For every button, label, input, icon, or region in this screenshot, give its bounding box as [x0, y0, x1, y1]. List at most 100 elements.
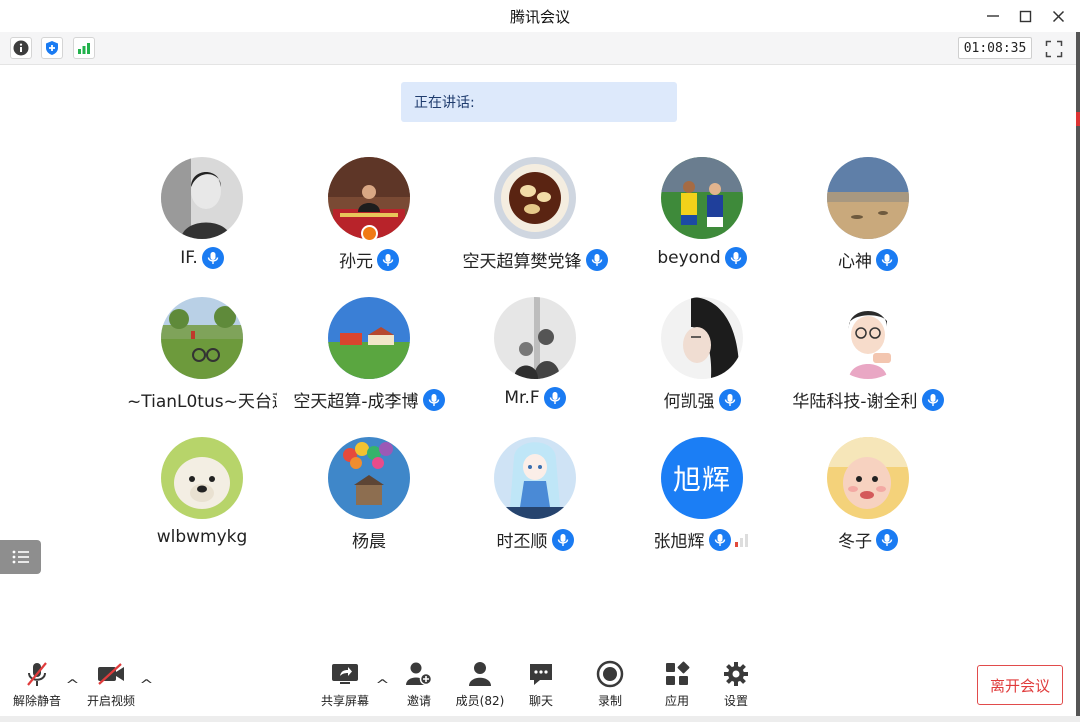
settings-button[interactable]: 设置	[717, 660, 755, 710]
participant-tile[interactable]: 时丕顺	[450, 437, 620, 557]
participant-tile[interactable]: 旭辉 张旭辉	[617, 437, 787, 557]
avatar	[661, 157, 743, 239]
participant-name: 何凯强	[663, 392, 715, 412]
fullscreen-button[interactable]	[1043, 38, 1065, 60]
mic-icon	[377, 248, 399, 271]
minimize-icon	[987, 15, 999, 17]
gear-icon	[724, 662, 748, 686]
start-video-button[interactable]: 开启视频	[84, 660, 138, 710]
start-video-label: 开启视频	[86, 694, 135, 708]
avatar	[494, 297, 576, 379]
side-panel-toggle[interactable]	[0, 540, 41, 574]
shield-icon	[46, 41, 58, 55]
participant-name: IF.	[180, 248, 198, 268]
participant-name: ~TianL0tus~天台莲...	[127, 392, 277, 412]
participant-name: 空天超算-成李博	[293, 392, 419, 412]
meeting-info-button[interactable]	[10, 37, 32, 59]
chat-label: 聊天	[528, 694, 553, 708]
avatar	[827, 297, 909, 379]
mic-icon	[543, 387, 566, 409]
mic-icon	[876, 248, 898, 271]
participant-tile[interactable]: 空天超算樊党锋	[450, 157, 620, 277]
mic-icon	[718, 388, 741, 411]
meeting-info-bar: 01:08:35	[0, 32, 1076, 65]
avatar	[827, 157, 909, 239]
audio-options-chevron-icon[interactable]: ^	[65, 678, 79, 693]
mic-icon	[921, 388, 944, 411]
network-quality-button[interactable]	[73, 37, 95, 59]
participant-tile[interactable]: ~TianL0tus~天台莲...	[117, 297, 287, 417]
participant-name: 空天超算樊党锋	[462, 252, 582, 272]
share-screen-icon	[332, 664, 358, 684]
participant-tile[interactable]: 华陆科技-谢全利	[783, 297, 953, 417]
participant-tile[interactable]: beyond	[617, 157, 787, 277]
apps-label: 应用	[664, 694, 689, 708]
leave-meeting-button[interactable]: 离开会议	[977, 665, 1063, 705]
participant-tile[interactable]: 杨晨	[284, 437, 454, 557]
chat-icon	[530, 664, 552, 685]
minimize-button[interactable]	[980, 4, 1006, 28]
avatar	[161, 437, 243, 519]
avatar	[161, 297, 243, 379]
participant-tile[interactable]: 空天超算-成李博	[284, 297, 454, 417]
members-label: 成员(82)	[455, 694, 505, 708]
window-edge	[1076, 32, 1080, 722]
speaking-indicator: 正在讲话:	[401, 82, 677, 122]
apps-grid-icon	[666, 661, 690, 685]
invite-label: 邀请	[406, 694, 431, 708]
settings-label: 设置	[723, 694, 748, 708]
avatar	[494, 157, 576, 239]
participant-tile[interactable]: IF.	[117, 157, 287, 277]
invite-button[interactable]: 邀请	[397, 660, 441, 710]
participant-name: 冬子	[838, 532, 872, 552]
close-button[interactable]	[1045, 4, 1071, 28]
mic-icon	[876, 528, 898, 551]
participant-tile[interactable]: wlbwmykg	[117, 437, 287, 557]
participant-tile[interactable]: 何凯强	[617, 297, 787, 417]
title-bar: 腾讯会议	[0, 0, 1080, 32]
avatar	[161, 157, 243, 239]
unmute-button[interactable]: 解除静音	[10, 660, 64, 710]
avatar-initials: 旭辉	[661, 437, 743, 519]
mic-icon	[422, 388, 445, 411]
members-icon	[469, 662, 491, 686]
list-icon	[12, 550, 29, 564]
avatar	[328, 437, 410, 519]
security-button[interactable]	[41, 37, 63, 59]
participant-tile[interactable]: Mr.F	[450, 297, 620, 417]
participant-name: wlbwmykg	[156, 527, 248, 547]
participant-tile[interactable]: 心神	[783, 157, 953, 277]
avatar	[494, 437, 576, 519]
participant-tile[interactable]: 冬子	[783, 437, 953, 557]
apps-button[interactable]: 应用	[658, 660, 696, 710]
participant-name: 孙元	[339, 252, 373, 272]
participant-tile[interactable]: 孙元	[284, 157, 454, 277]
participant-name: 心神	[838, 252, 872, 272]
mic-icon	[201, 247, 224, 269]
mic-muted-icon	[27, 662, 47, 686]
info-icon	[13, 40, 29, 56]
mic-icon	[585, 248, 608, 271]
members-button[interactable]: 成员(82)	[452, 660, 508, 710]
signal-bars-icon	[78, 43, 90, 54]
video-off-badge	[361, 225, 378, 242]
share-options-chevron-icon[interactable]: ^	[375, 678, 389, 693]
camera-off-icon	[98, 663, 124, 685]
maximize-button[interactable]	[1012, 4, 1038, 28]
avatar	[328, 297, 410, 379]
participant-name: 时丕顺	[496, 532, 548, 552]
participant-name: 杨晨	[352, 532, 386, 552]
record-button[interactable]: 录制	[591, 660, 629, 710]
record-icon	[596, 660, 624, 688]
window-bottom-edge	[0, 716, 1080, 722]
participant-name: 华陆科技-谢全利	[792, 392, 918, 412]
record-label: 录制	[597, 694, 622, 708]
avatar	[827, 437, 909, 519]
share-screen-button[interactable]: 共享屏幕	[318, 660, 372, 710]
fullscreen-icon	[1045, 40, 1063, 58]
close-icon	[1052, 10, 1064, 22]
window-title: 腾讯会议	[509, 8, 570, 26]
mic-icon	[551, 528, 574, 551]
video-options-chevron-icon[interactable]: ^	[139, 678, 153, 693]
chat-button[interactable]: 聊天	[522, 660, 560, 710]
